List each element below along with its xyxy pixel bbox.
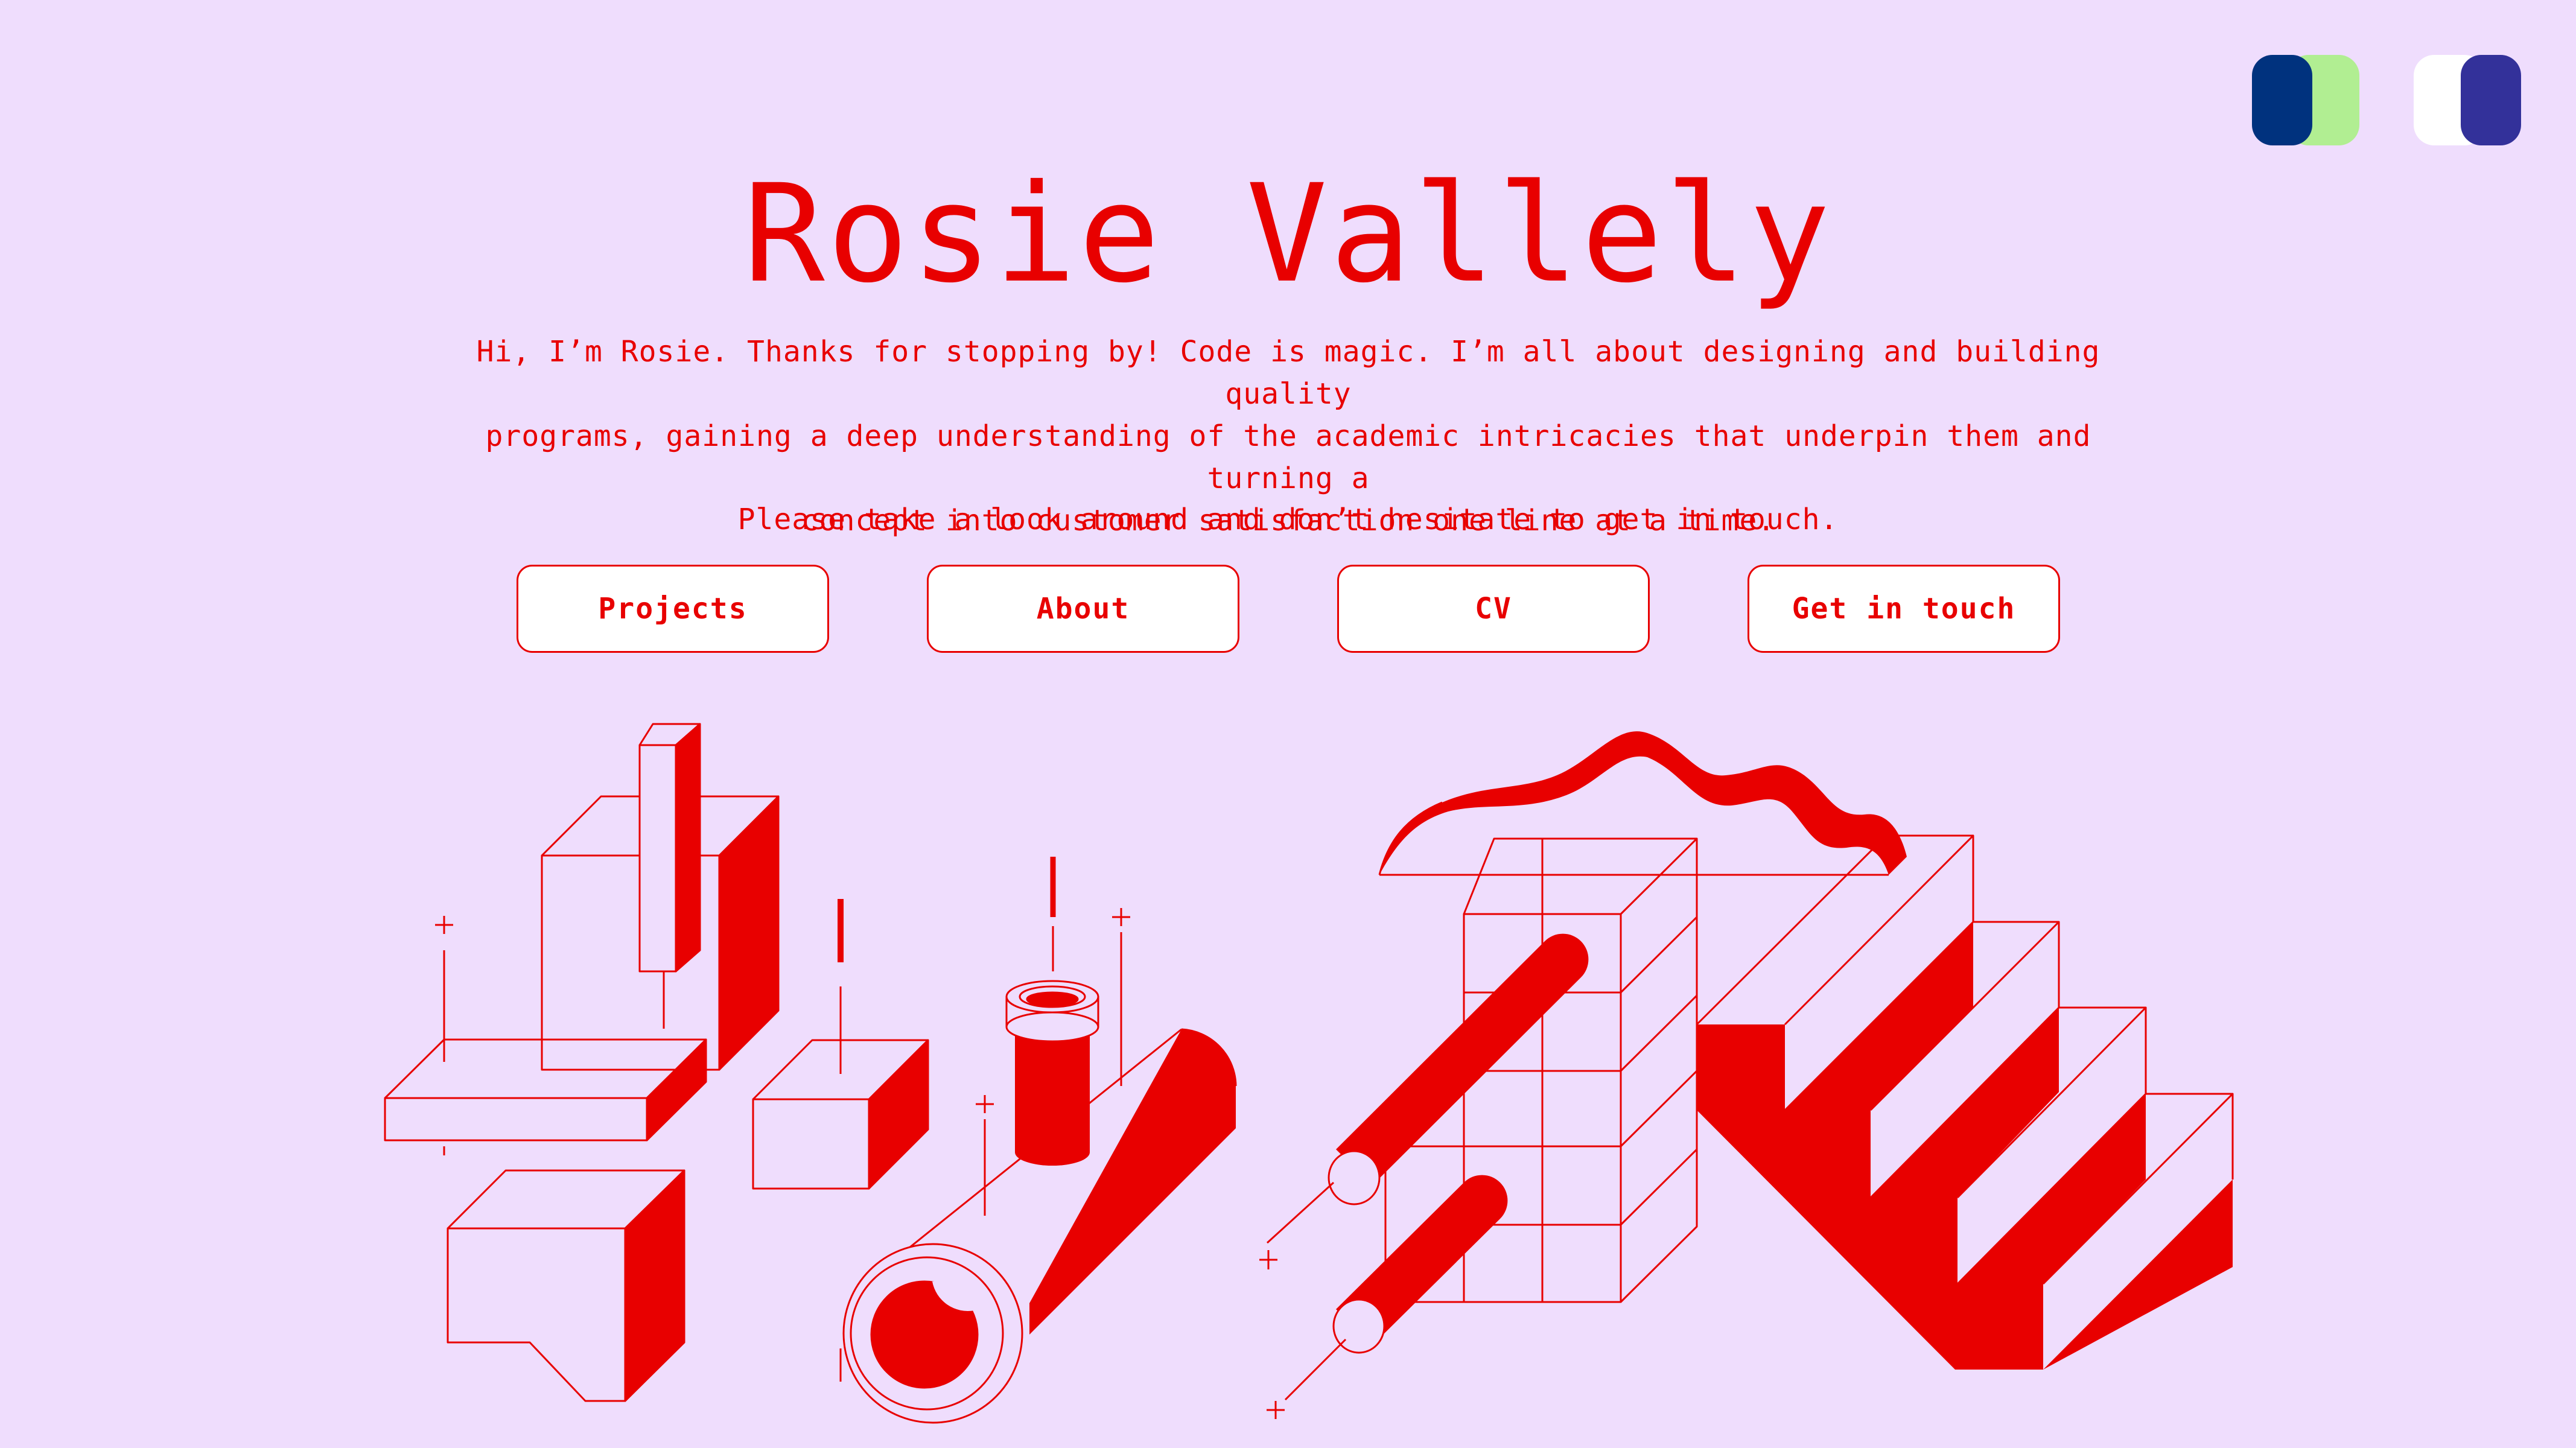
left-shapes-group bbox=[384, 723, 1237, 1424]
wavy-ribbon-shape bbox=[1378, 731, 1907, 876]
staircase-shape bbox=[1696, 834, 2234, 1370]
l-shaped-block bbox=[447, 1169, 685, 1402]
isometric-illustration bbox=[384, 723, 2234, 1424]
right-shapes-group bbox=[1259, 731, 2234, 1419]
flat-slab-shape bbox=[384, 1038, 707, 1142]
thin-pillar-shape bbox=[638, 723, 701, 1029]
diagonal-rods bbox=[1259, 933, 1589, 1419]
red-cylinder-shape bbox=[1005, 857, 1099, 1166]
